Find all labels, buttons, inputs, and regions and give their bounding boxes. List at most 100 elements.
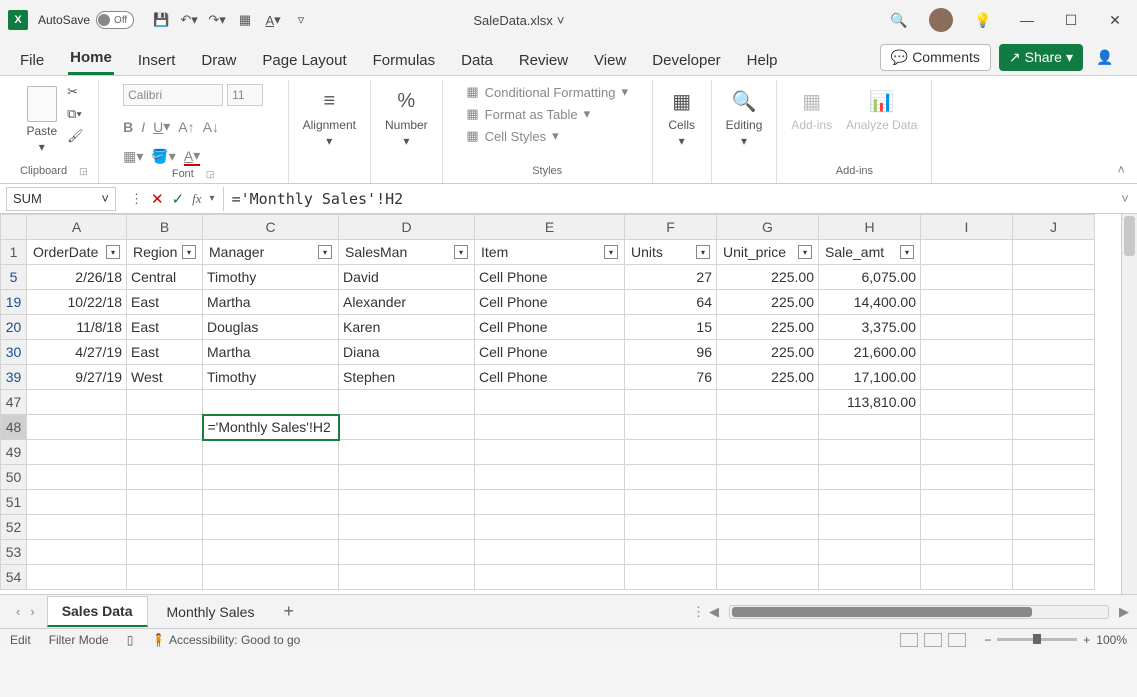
cell[interactable]: 9/27/19	[27, 365, 127, 390]
cell[interactable]: Cell Phone	[475, 340, 625, 365]
cell[interactable]	[339, 490, 475, 515]
col-header-B[interactable]: B	[127, 215, 203, 240]
zoom-in-icon[interactable]: +	[1083, 633, 1090, 647]
font-color-icon[interactable]: A▾	[184, 147, 200, 166]
accessibility-status[interactable]: 🧍 Accessibility: Good to go	[151, 633, 300, 647]
col-header-D[interactable]: D	[339, 215, 475, 240]
close-button[interactable]: ✕	[1101, 6, 1129, 34]
cut-icon[interactable]: ✂	[67, 84, 85, 100]
enter-icon[interactable]: ✓	[172, 190, 185, 208]
horizontal-scrollbar[interactable]	[729, 605, 1109, 619]
cell[interactable]	[203, 540, 339, 565]
italic-button[interactable]: I	[141, 119, 145, 135]
cell[interactable]	[921, 440, 1013, 465]
autosave-toggle[interactable]: Off	[96, 11, 134, 29]
cell[interactable]: 15	[625, 315, 717, 340]
cell[interactable]: Martha	[203, 290, 339, 315]
fill-color-icon[interactable]: 🪣▾	[151, 148, 175, 165]
cell[interactable]	[27, 540, 127, 565]
scroll-left-icon[interactable]: ◀	[709, 604, 719, 620]
cell[interactable]	[1013, 315, 1095, 340]
cell[interactable]: Cell Phone	[475, 265, 625, 290]
cell[interactable]	[1013, 240, 1095, 265]
page-layout-view-icon[interactable]	[924, 633, 942, 647]
cell[interactable]	[625, 490, 717, 515]
collapse-ribbon-icon[interactable]: ˄	[1117, 162, 1125, 177]
lightbulb-icon[interactable]: 💡	[969, 6, 997, 34]
row-header-51[interactable]: 51	[1, 490, 27, 515]
search-icon[interactable]: 🔍	[885, 6, 913, 34]
row-header-52[interactable]: 52	[1, 515, 27, 540]
sheet-tab-sales-data[interactable]: Sales Data	[47, 596, 148, 627]
sheet-options-icon[interactable]: ⋮	[692, 604, 705, 620]
row-header-19[interactable]: 19	[1, 290, 27, 315]
filter-icon[interactable]: ▾	[182, 245, 196, 259]
sheet-tab-monthly-sales[interactable]: Monthly Sales	[152, 597, 270, 627]
header-salesman[interactable]: SalesMan▾	[339, 240, 475, 265]
decrease-font-icon[interactable]: A↓	[203, 119, 219, 135]
row-header-54[interactable]: 54	[1, 565, 27, 590]
cell[interactable]	[819, 440, 921, 465]
row-header-48[interactable]: 48	[1, 415, 27, 440]
vertical-scrollbar[interactable]	[1121, 214, 1137, 594]
filter-icon[interactable]: ▾	[696, 245, 710, 259]
filter-icon[interactable]: ▾	[454, 245, 468, 259]
cell[interactable]	[819, 565, 921, 590]
row-header-47[interactable]: 47	[1, 390, 27, 415]
analyze-data-button[interactable]: 📊Analyze Data	[842, 84, 921, 134]
col-header-G[interactable]: G	[717, 215, 819, 240]
tab-data[interactable]: Data	[459, 46, 495, 75]
tab-developer[interactable]: Developer	[650, 46, 722, 75]
paste-button[interactable]: Paste▾	[22, 84, 61, 156]
cell[interactable]	[127, 515, 203, 540]
cell[interactable]	[625, 465, 717, 490]
format-as-table-button[interactable]: ▦Format as Table▾	[466, 106, 628, 122]
view-buttons[interactable]	[900, 633, 966, 647]
save-icon[interactable]: 💾	[152, 11, 170, 29]
col-header-C[interactable]: C	[203, 215, 339, 240]
cell[interactable]	[203, 440, 339, 465]
comments-button[interactable]: 💬Comments	[880, 44, 991, 71]
alignment-button[interactable]: ≡Alignment▾	[299, 84, 360, 150]
cell[interactable]	[717, 465, 819, 490]
row-header-30[interactable]: 30	[1, 340, 27, 365]
normal-view-icon[interactable]	[900, 633, 918, 647]
tab-view[interactable]: View	[592, 46, 628, 75]
cell[interactable]	[203, 490, 339, 515]
col-header-corner[interactable]	[1, 215, 27, 240]
cell[interactable]	[1013, 515, 1095, 540]
cell[interactable]	[475, 490, 625, 515]
cell[interactable]	[921, 565, 1013, 590]
tab-review[interactable]: Review	[517, 46, 570, 75]
zoom-out-icon[interactable]: −	[984, 633, 991, 647]
header-region[interactable]: Region▾	[127, 240, 203, 265]
editing-button[interactable]: 🔍Editing▾	[722, 84, 767, 150]
maximize-button[interactable]: ☐	[1057, 6, 1085, 34]
cell[interactable]	[921, 540, 1013, 565]
cancel-icon[interactable]: ✕	[151, 190, 164, 208]
format-painter-icon[interactable]: 🖌	[67, 128, 85, 144]
cell[interactable]	[921, 465, 1013, 490]
cell[interactable]: Martha	[203, 340, 339, 365]
cell[interactable]: 225.00	[717, 290, 819, 315]
cell[interactable]: 3,375.00	[819, 315, 921, 340]
account-icon[interactable]: 👤	[1091, 43, 1119, 71]
cell[interactable]	[625, 540, 717, 565]
font-name-select[interactable]: Calibri	[123, 84, 223, 106]
header-units[interactable]: Units▾	[625, 240, 717, 265]
qat-icon-1[interactable]: ▦	[236, 11, 254, 29]
cell[interactable]	[127, 540, 203, 565]
cell[interactable]	[127, 440, 203, 465]
cell[interactable]	[921, 365, 1013, 390]
tab-page-layout[interactable]: Page Layout	[260, 46, 348, 75]
header-manager[interactable]: Manager▾	[203, 240, 339, 265]
cell[interactable]	[127, 565, 203, 590]
cell[interactable]: 96	[625, 340, 717, 365]
cell[interactable]: Stephen	[339, 365, 475, 390]
cell[interactable]	[339, 440, 475, 465]
more-icon[interactable]: ⋮	[130, 191, 143, 207]
cell[interactable]: 4/27/19	[27, 340, 127, 365]
worksheet-grid[interactable]: ABCDEFGHIJ 1 OrderDate▾ Region▾ Manager▾…	[0, 214, 1137, 594]
tab-insert[interactable]: Insert	[136, 46, 178, 75]
col-header-I[interactable]: I	[921, 215, 1013, 240]
